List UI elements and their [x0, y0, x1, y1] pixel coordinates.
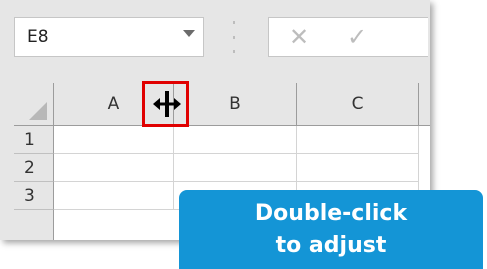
cell-b1[interactable]: [174, 126, 297, 154]
column-header-b[interactable]: B: [174, 83, 297, 126]
name-box-value: E8: [27, 27, 49, 47]
select-all-triangle-icon: [29, 102, 47, 120]
cell-c2[interactable]: [297, 154, 419, 182]
cell-a2[interactable]: [54, 154, 174, 182]
row-header-1[interactable]: 1: [14, 126, 54, 154]
cell-a3[interactable]: [54, 182, 174, 210]
cell-b2[interactable]: [174, 154, 297, 182]
formula-bar-buttons: ✕ ✓: [268, 17, 428, 57]
cancel-x-icon[interactable]: ✕: [289, 23, 309, 51]
enter-check-icon[interactable]: ✓: [347, 23, 367, 51]
callout-line-2: to adjust: [275, 232, 387, 258]
chevron-down-icon[interactable]: [183, 30, 195, 37]
select-all-corner[interactable]: [14, 83, 54, 126]
column-header-c[interactable]: C: [297, 83, 419, 126]
row-header-2[interactable]: 2: [14, 154, 54, 182]
column-resize-cursor-icon[interactable]: [153, 91, 181, 117]
cell-c1[interactable]: [297, 126, 419, 154]
instruction-callout: Double-click to adjust: [179, 190, 483, 269]
column-header-partial[interactable]: [419, 83, 430, 126]
name-box[interactable]: E8: [14, 17, 204, 57]
formula-bar-splitter[interactable]: [232, 21, 236, 53]
row-header-partial[interactable]: [14, 210, 54, 240]
cell-a1[interactable]: [54, 126, 174, 154]
row-header-3[interactable]: 3: [14, 182, 54, 210]
callout-line-1: Double-click: [254, 200, 408, 226]
